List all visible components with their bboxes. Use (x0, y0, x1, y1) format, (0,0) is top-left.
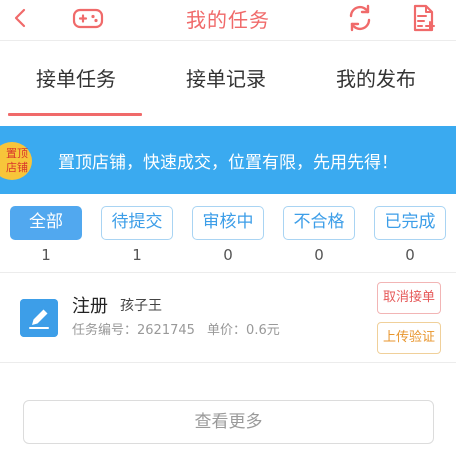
app-header: 我的任务 (0, 0, 456, 40)
task-tabs: 接单任务 接单记录 我的发布 (0, 40, 456, 116)
filter-all-button[interactable]: 全部 (10, 206, 82, 240)
promo-banner[interactable]: 置顶 店铺 置顶店铺，快速成交，位置有限，先用先得！ (0, 126, 456, 194)
filter-all-count: 1 (41, 246, 51, 264)
filter-completed-count: 0 (405, 246, 415, 264)
task-meta: 任务编号：2621745 单价：0.6元 (72, 319, 288, 338)
upload-proof-button[interactable]: 上传验证 (377, 322, 441, 354)
filter-rejected-count: 0 (314, 246, 324, 264)
filter-rejected-button[interactable]: 不合格 (283, 206, 355, 240)
filter-completed-button[interactable]: 已完成 (374, 206, 446, 240)
edit-icon (20, 299, 58, 337)
filter-reviewing-button[interactable]: 审核中 (192, 206, 264, 240)
tab-accepted-tasks[interactable]: 接单任务 (16, 63, 136, 93)
task-number: 任务编号：2621745 (72, 323, 195, 338)
document-add-icon[interactable] (407, 2, 439, 34)
pin-store-badge: 置顶 店铺 (0, 142, 32, 180)
cancel-task-button[interactable]: 取消接单 (377, 282, 441, 314)
badge-line-2: 店铺 (6, 161, 28, 174)
task-list-item[interactable]: 注册 孩子王 任务编号：2621745 单价：0.6元 取消接单 上传验证 (0, 273, 456, 361)
task-name: 注册 (72, 296, 108, 317)
task-publisher: 孩子王 (120, 298, 162, 314)
load-more-button[interactable]: 查看更多 (23, 400, 434, 444)
active-tab-indicator (8, 113, 142, 116)
filter-pending-button[interactable]: 待提交 (101, 206, 173, 240)
page-title: 我的任务 (186, 8, 270, 32)
banner-text: 置顶店铺，快速成交，位置有限，先用先得！ (58, 153, 398, 173)
filter-reviewing-count: 0 (223, 246, 233, 264)
filter-pending-count: 1 (132, 246, 142, 264)
badge-line-1: 置顶 (6, 147, 28, 160)
tab-my-posts[interactable]: 我的发布 (316, 63, 436, 93)
task-price: 单价：0.6元 (207, 323, 280, 338)
divider (0, 362, 456, 363)
tab-accept-records[interactable]: 接单记录 (166, 63, 286, 93)
refresh-icon[interactable] (344, 2, 376, 34)
